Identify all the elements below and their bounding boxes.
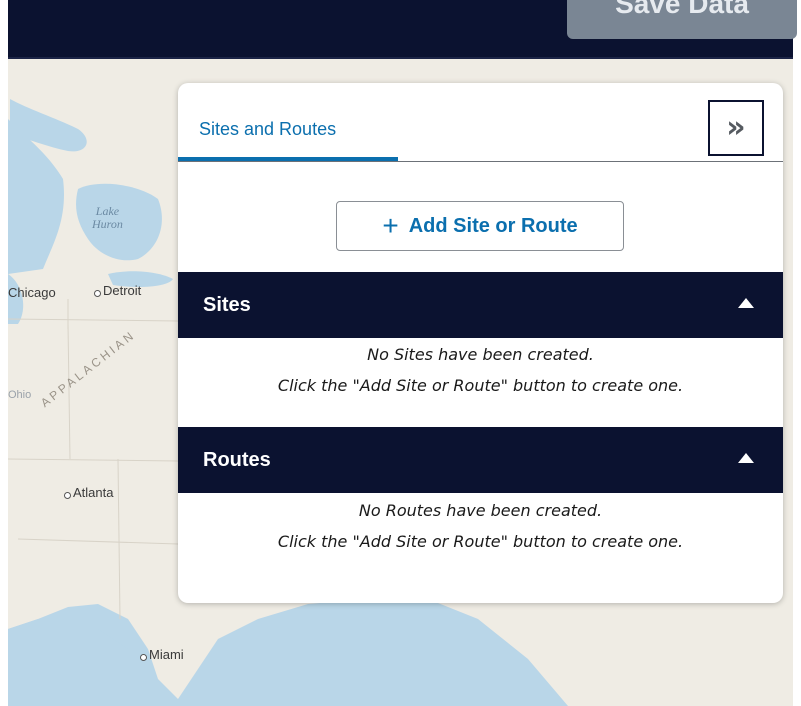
sites-empty-line1: No Sites have been created.	[367, 345, 594, 364]
city-atlanta-label: Atlanta	[73, 485, 114, 500]
city-atlanta: Atlanta	[64, 485, 113, 500]
routes-empty-message: No Routes have been created. Click the "…	[178, 495, 783, 557]
top-header-bar: Save Data	[8, 0, 797, 59]
sites-empty-line2: Click the "Add Site or Route" button to …	[277, 376, 684, 395]
save-data-label: Save Data	[615, 0, 749, 19]
city-detroit: Detroit	[94, 283, 141, 298]
city-chicago: Chicago	[8, 285, 56, 300]
add-site-or-route-button[interactable]: + Add Site or Route	[336, 201, 624, 251]
sites-section-header[interactable]: Sites	[178, 272, 783, 338]
collapse-caret-icon[interactable]	[738, 453, 754, 463]
plus-icon: +	[382, 210, 399, 241]
routes-empty-line1: No Routes have been created.	[358, 501, 603, 520]
sites-empty-message: No Sites have been created. Click the "A…	[178, 339, 783, 401]
city-dot-icon	[64, 492, 71, 499]
city-dot-icon	[140, 654, 147, 661]
lake-label-line2: Huron	[92, 217, 123, 231]
city-miami-label: Miami	[149, 647, 184, 662]
sites-section-title: Sites	[203, 294, 251, 316]
panel-tab-bar: Sites and Routes »	[178, 83, 783, 162]
save-data-button[interactable]: Save Data	[567, 0, 797, 39]
tab-sites-and-routes-label: Sites and Routes	[199, 119, 337, 139]
state-ohio-label: Ohio	[8, 389, 32, 401]
city-chicago-label: Chicago	[8, 285, 56, 300]
city-dot-icon	[94, 290, 101, 297]
sites-routes-panel: Sites and Routes » + Add Site or Route S…	[178, 83, 783, 603]
double-chevron-right-icon: »	[726, 110, 746, 145]
routes-section-header[interactable]: Routes	[178, 427, 783, 493]
city-detroit-label: Detroit	[103, 283, 142, 298]
routes-empty-line2: Click the "Add Site or Route" button to …	[277, 532, 684, 551]
collapse-caret-icon[interactable]	[738, 298, 754, 308]
tab-sites-and-routes[interactable]: Sites and Routes	[178, 83, 398, 161]
collapse-panel-button[interactable]: »	[708, 100, 764, 156]
routes-section-title: Routes	[203, 449, 271, 471]
lake-huron-label: Lake Huron	[92, 205, 123, 231]
add-site-or-route-label: Add Site or Route	[408, 214, 578, 237]
city-miami: Miami	[140, 647, 184, 662]
